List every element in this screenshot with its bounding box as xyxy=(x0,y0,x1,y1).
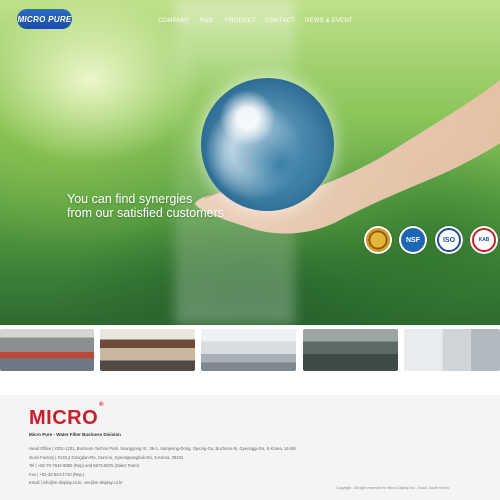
nsf-badge: NSF xyxy=(399,226,427,254)
kab-badge: KAB xyxy=(470,226,498,254)
footer-logo: MICRO® xyxy=(29,402,105,429)
nav-news-event[interactable]: NEWS & EVENT xyxy=(305,18,353,24)
iso-badge: ISO xyxy=(435,226,463,254)
footer-fax: Fax | +82-32-624-1740 (Rep.) xyxy=(29,471,85,477)
thumbnail-building-exterior[interactable] xyxy=(201,329,296,371)
thumbnail-production-line[interactable] xyxy=(303,329,398,371)
iso-label: ISO xyxy=(437,228,461,252)
main-nav: COMPANY R&D PRODUCT CONTACT NEWS & EVENT xyxy=(0,18,500,28)
thumbnail-warehouse[interactable] xyxy=(100,329,195,371)
nav-company[interactable]: COMPANY xyxy=(158,18,189,24)
footer-head-office: Head Office | #301-1201, Bucheon-Techno … xyxy=(29,446,296,451)
footer-copyright: Copyright . All right reserved for Micro… xyxy=(336,486,449,490)
nav-contact[interactable]: CONTACT xyxy=(265,18,295,24)
footer-email[interactable]: Email | info@m-display.co.kr, cee@m-disp… xyxy=(29,479,296,488)
nav-product[interactable]: PRODUCT xyxy=(225,18,256,24)
tagline-line-2: from our satisfied customers xyxy=(67,206,224,220)
footer-gumi-factory: Gumi Factory | #133,4 Gongdan-Ro, Gumi-s… xyxy=(29,454,184,460)
facility-gallery xyxy=(0,329,500,371)
gold-seal-badge xyxy=(364,226,392,254)
site-footer: MICRO® Micro Pure - Water Filter Busines… xyxy=(0,395,500,500)
tagline-line-1: You can find synergies xyxy=(67,192,193,206)
registered-mark: ® xyxy=(99,402,105,409)
footer-division: Micro Pure - Water Filter Business Divis… xyxy=(29,432,121,437)
footer-tel: Tel | +82-70-7842-8880 (Rep) and 8673-88… xyxy=(29,463,140,468)
nsf-label: NSF xyxy=(401,228,425,252)
thumbnail-factory-floor[interactable] xyxy=(0,329,94,371)
hero-banner: You can find synergies from our satisfie… xyxy=(0,0,500,325)
hero-tagline: You can find synergies from our satisfie… xyxy=(67,192,224,220)
thumbnail-clean-room[interactable] xyxy=(404,329,500,371)
footer-contact-info: Head Office | #301-1201, Bucheon-Techno … xyxy=(29,445,296,488)
kab-label: KAB xyxy=(472,228,496,252)
nav-rnd[interactable]: R&D xyxy=(200,18,213,24)
